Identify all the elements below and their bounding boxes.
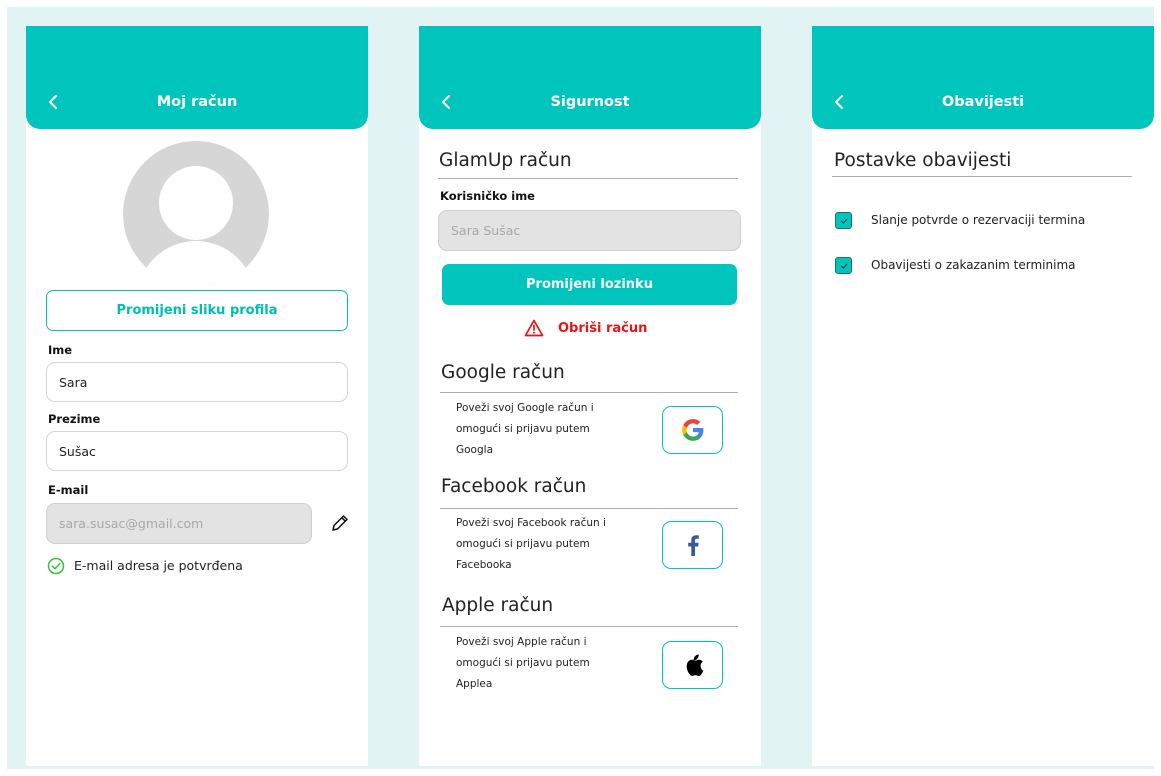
page-title: Moj račun — [156, 94, 238, 110]
security-screen: Sigurnost GlamUp račun Korisničko ime Sa… — [419, 26, 761, 766]
apple-description: Poveži svoj Apple račun i omogući si pri… — [456, 636, 590, 690]
account-screen: Moj račun Promijeni sliku profila Ime Sa… — [26, 26, 368, 766]
username-field: Sara Sušac — [438, 210, 741, 251]
checkbox-scheduled-appointments[interactable] — [835, 257, 852, 274]
glamup-section-title: GlamUp račun — [439, 150, 572, 171]
divider — [440, 626, 738, 627]
pencil-icon[interactable] — [330, 513, 350, 533]
email-label: E-mail — [48, 483, 89, 497]
last-name-label: Prezime — [48, 412, 101, 426]
connect-apple-button[interactable] — [662, 641, 723, 689]
checkbox-booking-confirmation[interactable] — [835, 212, 852, 229]
connect-facebook-button[interactable] — [662, 521, 723, 569]
check-circle-icon — [47, 557, 65, 575]
avatar-placeholder-icon — [123, 141, 269, 287]
notifications-screen: Obavijesti Postavke obavijesti Slanje po… — [812, 26, 1154, 766]
first-name-label: Ime — [48, 343, 73, 357]
delete-account-button[interactable]: Obriši račun — [524, 319, 647, 337]
apple-icon — [686, 654, 703, 676]
divider — [438, 178, 738, 179]
facebook-description: Poveži svoj Facebook račun i omogući si … — [456, 517, 606, 571]
delete-account-label: Obriši račun — [558, 320, 648, 336]
facebook-section-title: Facebook račun — [441, 476, 587, 497]
apple-section-title: Apple račun — [442, 595, 554, 616]
email-field: sara.susac@gmail.com — [46, 503, 312, 544]
google-section-title: Google račun — [441, 362, 565, 383]
divider — [832, 176, 1132, 177]
last-name-field[interactable]: Sušac — [46, 431, 348, 471]
google-description: Poveži svoj Google račun i omogući si pr… — [456, 402, 594, 456]
account-header: Moj račun — [26, 26, 368, 129]
change-photo-button[interactable]: Promijeni sliku profila — [46, 290, 348, 331]
checkbox-icon — [840, 218, 847, 224]
page-title: Obavijesti — [941, 94, 1025, 110]
notifications-header: Obavijesti — [812, 26, 1154, 129]
warning-icon — [524, 319, 544, 337]
email-verified-text: E-mail adresa je potvrđena — [74, 558, 243, 573]
first-name-field[interactable]: Sara — [46, 362, 348, 402]
checkbox-label: Slanje potvrde o rezervaciji termina — [871, 213, 1086, 227]
google-icon — [681, 419, 703, 441]
page-title: Sigurnost — [550, 94, 630, 110]
username-label: Korisničko ime — [440, 189, 535, 203]
notification-settings-title: Postavke obavijesti — [834, 150, 1012, 171]
security-header: Sigurnost — [419, 26, 761, 129]
checkbox-label: Obavijesti o zakazanim terminima — [871, 258, 1076, 272]
divider — [440, 392, 738, 393]
checkbox-icon — [840, 263, 847, 269]
divider — [440, 508, 738, 509]
change-password-button[interactable]: Promijeni lozinku — [442, 264, 737, 305]
connect-google-button[interactable] — [662, 406, 723, 454]
facebook-icon — [687, 535, 699, 556]
